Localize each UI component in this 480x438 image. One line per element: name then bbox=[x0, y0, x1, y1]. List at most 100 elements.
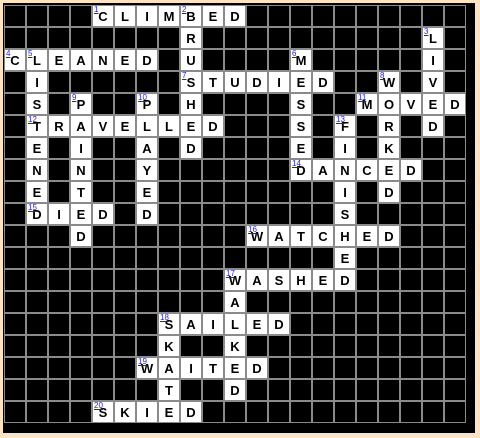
crossword-cell[interactable]: M bbox=[158, 5, 180, 27]
crossword-cell[interactable]: I bbox=[334, 137, 356, 159]
crossword-cell[interactable]: D bbox=[312, 71, 334, 93]
crossword-cell[interactable]: E bbox=[246, 313, 268, 335]
crossword-cell[interactable]: E bbox=[378, 159, 400, 181]
crossword-cell[interactable]: I bbox=[26, 71, 48, 93]
crossword-cell[interactable]: K bbox=[224, 335, 246, 357]
crossword-cell[interactable]: E bbox=[202, 5, 224, 27]
crossword-cell[interactable]: I bbox=[334, 181, 356, 203]
crossword-cell[interactable]: H bbox=[180, 93, 202, 115]
crossword-cell[interactable]: D bbox=[246, 71, 268, 93]
crossword-cell[interactable]: R bbox=[180, 27, 202, 49]
crossword-cell[interactable]: C4 bbox=[4, 49, 26, 71]
crossword-cell[interactable]: H bbox=[334, 225, 356, 247]
crossword-cell[interactable]: S bbox=[290, 93, 312, 115]
crossword-cell[interactable]: L bbox=[136, 115, 158, 137]
crossword-cell[interactable]: L bbox=[114, 5, 136, 27]
crossword-cell[interactable]: I bbox=[268, 71, 290, 93]
crossword-cell[interactable]: E bbox=[290, 71, 312, 93]
crossword-cell[interactable]: D bbox=[422, 115, 444, 137]
crossword-cell[interactable]: S bbox=[26, 93, 48, 115]
crossword-cell[interactable]: L bbox=[224, 313, 246, 335]
crossword-cell[interactable]: E bbox=[224, 357, 246, 379]
crossword-cell[interactable]: A bbox=[312, 159, 334, 181]
crossword-cell[interactable]: I bbox=[70, 137, 92, 159]
crossword-cell[interactable]: E bbox=[158, 401, 180, 423]
crossword-cell[interactable]: I bbox=[48, 203, 70, 225]
crossword-cell[interactable]: W 16 bbox=[246, 225, 268, 247]
crossword-cell[interactable]: S bbox=[268, 269, 290, 291]
crossword-cell[interactable]: K bbox=[114, 401, 136, 423]
crossword-cell[interactable]: A bbox=[224, 291, 246, 313]
crossword-cell[interactable]: C bbox=[312, 225, 334, 247]
crossword-cell[interactable]: D bbox=[378, 181, 400, 203]
crossword-cell[interactable]: V bbox=[400, 93, 422, 115]
crossword-cell[interactable]: U bbox=[180, 49, 202, 71]
crossword-cell[interactable]: V bbox=[92, 115, 114, 137]
crossword-cell[interactable]: T bbox=[202, 71, 224, 93]
crossword-cell[interactable]: L3 bbox=[422, 27, 444, 49]
crossword-cell[interactable]: T 12 bbox=[26, 115, 48, 137]
crossword-cell[interactable]: R bbox=[48, 115, 70, 137]
crossword-cell[interactable]: I bbox=[180, 357, 202, 379]
crossword-cell[interactable]: N bbox=[26, 159, 48, 181]
crossword-cell[interactable]: E bbox=[334, 247, 356, 269]
crossword-cell[interactable]: I bbox=[422, 49, 444, 71]
crossword-cell[interactable]: E bbox=[48, 49, 70, 71]
crossword-cell[interactable]: D bbox=[70, 225, 92, 247]
crossword-cell[interactable]: D bbox=[92, 203, 114, 225]
crossword-cell[interactable]: E bbox=[70, 203, 92, 225]
crossword-cell[interactable]: D bbox=[180, 137, 202, 159]
crossword-cell[interactable]: T bbox=[202, 357, 224, 379]
crossword-cell[interactable]: I bbox=[136, 401, 158, 423]
crossword-cell[interactable]: R bbox=[378, 115, 400, 137]
crossword-cell[interactable]: D bbox=[224, 5, 246, 27]
crossword-cell[interactable]: W8 bbox=[378, 71, 400, 93]
crossword-cell[interactable]: K bbox=[158, 335, 180, 357]
crossword-cell[interactable]: S bbox=[290, 115, 312, 137]
crossword-cell[interactable]: D bbox=[378, 225, 400, 247]
crossword-cell[interactable]: I bbox=[136, 5, 158, 27]
crossword-cell[interactable]: D 15 bbox=[26, 203, 48, 225]
crossword-cell[interactable]: D bbox=[268, 313, 290, 335]
crossword-cell[interactable]: E bbox=[136, 181, 158, 203]
crossword-cell[interactable]: C bbox=[356, 159, 378, 181]
crossword-cell[interactable]: M 11 bbox=[356, 93, 378, 115]
crossword-cell[interactable]: Y bbox=[136, 159, 158, 181]
crossword-cell[interactable]: D bbox=[246, 357, 268, 379]
crossword-cell[interactable]: D bbox=[202, 115, 224, 137]
crossword-cell[interactable]: S 18 bbox=[158, 313, 180, 335]
crossword-cell[interactable]: D 14 bbox=[290, 159, 312, 181]
crossword-cell[interactable]: L5 bbox=[26, 49, 48, 71]
crossword-cell[interactable]: D bbox=[136, 49, 158, 71]
crossword-cell[interactable]: A bbox=[246, 269, 268, 291]
crossword-cell[interactable]: A bbox=[268, 225, 290, 247]
crossword-cell[interactable]: P9 bbox=[70, 93, 92, 115]
crossword-cell[interactable]: U bbox=[224, 71, 246, 93]
crossword-cell[interactable]: D bbox=[224, 379, 246, 401]
crossword-cell[interactable]: N bbox=[70, 159, 92, 181]
crossword-cell[interactable]: M6 bbox=[290, 49, 312, 71]
crossword-cell[interactable]: A bbox=[70, 49, 92, 71]
crossword-cell[interactable]: W 19 bbox=[136, 357, 158, 379]
crossword-cell[interactable]: P 10 bbox=[136, 93, 158, 115]
crossword-cell[interactable]: E bbox=[422, 93, 444, 115]
crossword-cell[interactable]: K bbox=[378, 137, 400, 159]
crossword-cell[interactable]: B2 bbox=[180, 5, 202, 27]
crossword-cell[interactable]: T bbox=[290, 225, 312, 247]
crossword-cell[interactable]: N bbox=[92, 49, 114, 71]
crossword-cell[interactable]: S bbox=[334, 203, 356, 225]
crossword-cell[interactable]: S 20 bbox=[92, 401, 114, 423]
crossword-cell[interactable]: H bbox=[290, 269, 312, 291]
crossword-cell[interactable]: D bbox=[180, 401, 202, 423]
crossword-cell[interactable]: E bbox=[114, 115, 136, 137]
crossword-cell[interactable]: V bbox=[422, 71, 444, 93]
crossword-cell[interactable]: E bbox=[356, 225, 378, 247]
crossword-cell[interactable]: D bbox=[444, 93, 466, 115]
crossword-cell[interactable]: O bbox=[378, 93, 400, 115]
crossword-cell[interactable]: E bbox=[114, 49, 136, 71]
crossword-cell[interactable]: A bbox=[136, 137, 158, 159]
crossword-cell[interactable]: T bbox=[70, 181, 92, 203]
crossword-cell[interactable]: A bbox=[180, 313, 202, 335]
crossword-cell[interactable]: D bbox=[136, 203, 158, 225]
crossword-cell[interactable]: C1 bbox=[92, 5, 114, 27]
